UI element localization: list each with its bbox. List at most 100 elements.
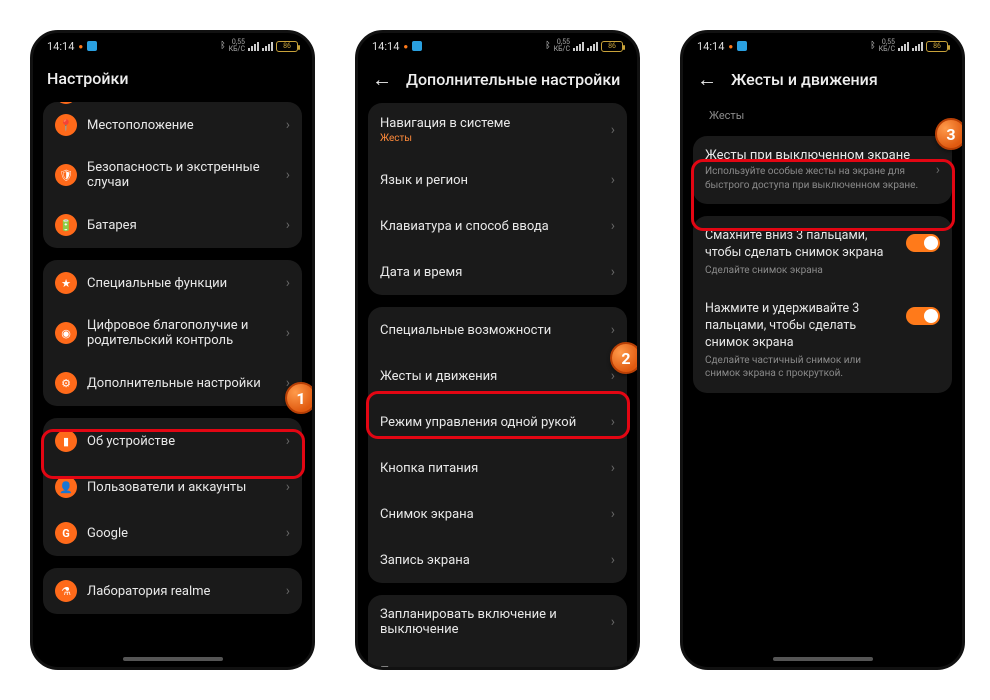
row-one-hand-mode[interactable]: Режим управления одной рукой › <box>368 399 627 445</box>
signal-icon-1 <box>573 42 584 51</box>
battery-row-icon: 🔋 <box>55 214 77 236</box>
status-time: 14:14 <box>697 40 724 53</box>
back-arrow-icon[interactable]: ← <box>697 69 717 89</box>
toggle-on-icon[interactable] <box>906 307 940 325</box>
location-icon: 📍 <box>55 114 77 136</box>
row-language-region[interactable]: Язык и регион › <box>368 157 627 203</box>
toggle-3finger-hold-screenshot[interactable]: Нажмите и удерживайте 3 пальцами, чтобы … <box>693 289 952 393</box>
chevron-right-icon: › <box>611 264 615 280</box>
row-users-accounts[interactable]: 👤 Пользователи и аккаунты › <box>43 464 302 510</box>
chevron-right-icon: › <box>286 433 290 449</box>
device-icon: ▮ <box>55 430 77 452</box>
status-bar: 14:14 ● ᛒ 0,55КБ/С 86 <box>358 33 637 59</box>
phone-2: 14:14 ● ᛒ 0,55КБ/С 86 ← Дополнительные н… <box>355 30 640 670</box>
section-heading-gestures: Жесты <box>693 103 952 124</box>
lab-icon: ⚗ <box>55 580 77 602</box>
row-screen-off-gestures[interactable]: Жесты при выключенном экране Используйте… <box>693 136 952 204</box>
status-notif-dot-icon: ● <box>403 42 408 51</box>
star-icon: ★ <box>55 272 77 294</box>
row-special-functions[interactable]: ★ Специальные функции › <box>43 260 302 306</box>
chevron-right-icon: › <box>611 172 615 188</box>
header: ← Дополнительные настройки <box>358 59 637 103</box>
row-location[interactable]: 📍 Местоположение › <box>43 102 302 148</box>
status-time: 14:14 <box>47 40 74 53</box>
chevron-right-icon: › <box>611 460 615 476</box>
chevron-right-icon: › <box>936 162 940 178</box>
bluetooth-icon: ᛒ <box>220 41 225 51</box>
signal-icon-2 <box>587 42 598 51</box>
row-date-time[interactable]: Дата и время › <box>368 249 627 295</box>
row-realme-lab[interactable]: ⚗ Лаборатория realme › <box>43 568 302 614</box>
chevron-right-icon: › <box>611 614 615 630</box>
battery-icon: 86 <box>276 41 298 52</box>
home-indicator[interactable] <box>123 657 223 661</box>
row-additional-settings[interactable]: ⚙ Дополнительные настройки › <box>43 360 302 406</box>
net-speed: 0,55КБ/С <box>229 39 245 53</box>
chevron-right-icon: › <box>286 325 290 341</box>
page-title: Жесты и движения <box>731 70 878 89</box>
chevron-right-icon: › <box>611 552 615 568</box>
chevron-right-icon: › <box>286 217 290 233</box>
chevron-right-icon: › <box>286 117 290 133</box>
chevron-right-icon: › <box>611 664 615 670</box>
bluetooth-icon: ᛒ <box>870 41 875 51</box>
chevron-right-icon: › <box>286 275 290 291</box>
row-battery[interactable]: 🔋 Батарея › <box>43 202 302 248</box>
row-gestures-motions[interactable]: Жесты и движения › <box>368 353 627 399</box>
header: ← Жесты и движения <box>683 59 962 103</box>
toggle-on-icon[interactable] <box>906 234 940 252</box>
row-about-device[interactable]: ▮ Об устройстве › <box>43 418 302 464</box>
row-system-navigation[interactable]: Навигация в системе Жесты › <box>368 103 627 157</box>
page-title: Настройки <box>33 59 312 102</box>
chevron-right-icon: › <box>611 218 615 234</box>
chevron-right-icon: › <box>286 583 290 599</box>
battery-icon: 86 <box>601 41 623 52</box>
row-security[interactable]: 🛡 Безопасность и экстренные случаи › <box>43 148 302 202</box>
user-icon: 👤 <box>55 476 77 498</box>
wellbeing-icon: ◉ <box>55 322 77 344</box>
row-accessibility[interactable]: Специальные возможности › <box>368 307 627 353</box>
status-app-icon <box>412 41 422 51</box>
chevron-right-icon: › <box>611 322 615 338</box>
chevron-right-icon: › <box>286 167 290 183</box>
phone-3: 14:14 ● ᛒ 0,55КБ/С 86 ← Жесты и движения… <box>680 30 965 670</box>
back-arrow-icon[interactable]: ← <box>372 69 392 89</box>
signal-icon-2 <box>262 42 273 51</box>
battery-icon: 86 <box>926 41 948 52</box>
row-screenshot[interactable]: Снимок экрана › <box>368 491 627 537</box>
settings-list: ● 📍 Местоположение › 🛡 Безопасность и эк… <box>33 102 312 624</box>
row-digital-wellbeing[interactable]: ◉ Цифровое благополучие и родительский к… <box>43 306 302 360</box>
status-notif-dot-icon: ● <box>728 42 733 51</box>
net-speed: 0,55КБ/С <box>554 39 570 53</box>
gear-icon: ⚙ <box>55 372 77 394</box>
phone-1: 14:14 ● ᛒ 0,55КБ/С 86 Настройки ● 📍 <box>30 30 315 670</box>
status-bar: 14:14 ● ᛒ 0,55КБ/С 86 <box>33 33 312 59</box>
signal-icon-2 <box>912 42 923 51</box>
toggle-3finger-swipe-screenshot[interactable]: Смахните вниз 3 пальцами, чтобы сделать … <box>693 216 952 289</box>
row-power-button[interactable]: Кнопка питания › <box>368 445 627 491</box>
chevron-right-icon: › <box>286 525 290 541</box>
home-indicator[interactable] <box>773 657 873 661</box>
status-time: 14:14 <box>372 40 399 53</box>
chevron-right-icon: › <box>611 122 615 138</box>
row-keyboard-input[interactable]: Клавиатура и способ ввода › <box>368 203 627 249</box>
shield-icon: 🛡 <box>55 164 77 186</box>
chevron-right-icon: › <box>286 375 290 391</box>
row-google[interactable]: G Google › <box>43 510 302 556</box>
gestures-list: Жесты Жесты при выключенном экране Испол… <box>683 103 962 403</box>
status-app-icon <box>737 41 747 51</box>
row-screen-record[interactable]: Запись экрана › <box>368 537 627 583</box>
chevron-right-icon: › <box>611 414 615 430</box>
row-recommendations[interactable]: Получать рекомендации › <box>368 649 627 670</box>
screenshot-canvas: 14:14 ● ᛒ 0,55КБ/С 86 Настройки ● 📍 <box>0 0 990 700</box>
chevron-right-icon: › <box>611 368 615 384</box>
status-notif-dot-icon: ● <box>78 42 83 51</box>
net-speed: 0,55КБ/С <box>879 39 895 53</box>
signal-icon-1 <box>248 42 259 51</box>
additional-settings-list: Навигация в системе Жесты › Язык и регио… <box>358 103 637 670</box>
row-schedule-power[interactable]: Запланировать включение и выключение › <box>368 595 627 649</box>
page-title: Дополнительные настройки <box>406 70 620 89</box>
bluetooth-icon: ᛒ <box>545 41 550 51</box>
chevron-right-icon: › <box>611 506 615 522</box>
status-bar: 14:14 ● ᛒ 0,55КБ/С 86 <box>683 33 962 59</box>
